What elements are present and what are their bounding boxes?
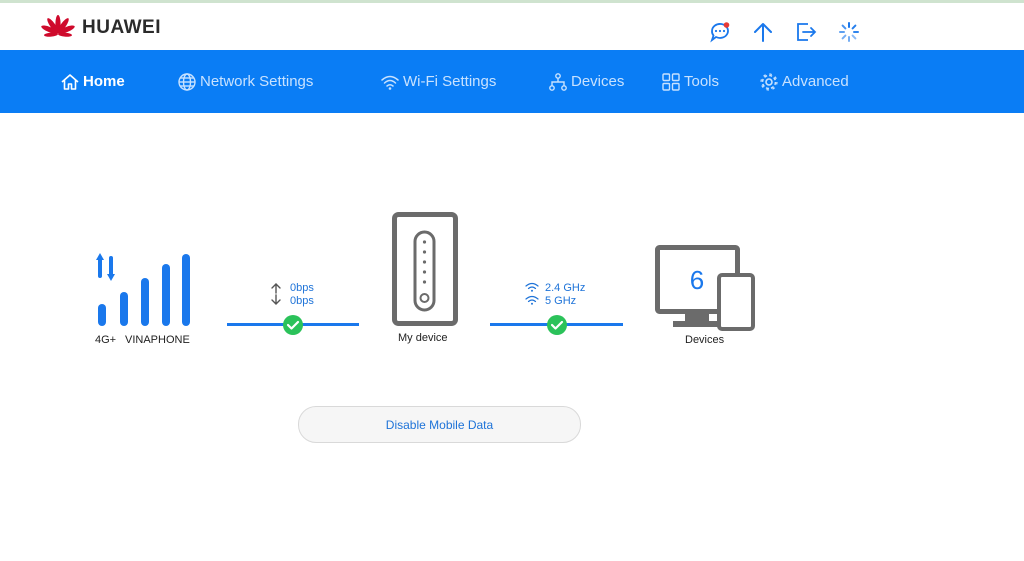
nav-label-home: Home [83, 73, 125, 90]
wifi-band-5ghz: 5 GHz [545, 295, 577, 307]
download-rate: 0bps [290, 295, 314, 307]
upload-download-arrows-icon [271, 283, 281, 305]
logout-icon[interactable] [795, 21, 817, 43]
connected-devices[interactable]: 6 [655, 245, 755, 331]
my-device-label: My device [398, 332, 448, 344]
message-icon[interactable] [709, 21, 731, 43]
brand-name: HUAWEI [82, 17, 161, 38]
brand-logo[interactable]: HUAWEI [40, 14, 161, 42]
router-device-icon [392, 212, 458, 326]
loading-spinner-icon[interactable] [838, 21, 860, 43]
globe-icon [178, 72, 196, 91]
nav-label-advanced: Advanced [782, 73, 849, 90]
signal-strength-icon [96, 253, 190, 326]
nav-label-wifi-settings: Wi-Fi Settings [403, 73, 497, 90]
nav-label-devices: Devices [571, 73, 625, 90]
wifi-band-24ghz: 2.4 GHz [545, 282, 586, 294]
nav-item-home[interactable]: Home [60, 50, 125, 113]
wifi-band-icon [525, 282, 539, 292]
wifi-icon [381, 75, 399, 90]
disable-mobile-data-button[interactable]: Disable Mobile Data [298, 406, 581, 443]
nav-item-devices[interactable]: Devices [548, 50, 624, 113]
devices-network-icon [549, 72, 567, 91]
nav-item-wifi-settings[interactable]: Wi-Fi Settings [380, 50, 496, 113]
check-icon [547, 315, 567, 335]
nav-label-tools: Tools [684, 73, 720, 90]
devices-count: 6 [689, 265, 705, 295]
update-arrow-icon[interactable] [752, 21, 774, 43]
check-icon [283, 315, 303, 335]
upload-rate: 0bps [290, 282, 314, 294]
gear-icon [760, 72, 778, 91]
home-icon [61, 73, 79, 90]
wifi-band-icon [525, 295, 539, 305]
nav-item-advanced[interactable]: Advanced [759, 50, 849, 113]
devices-label: Devices [685, 334, 725, 346]
operator-name: VINAPHONE [125, 334, 190, 346]
header: HUAWEI [0, 3, 1024, 50]
huawei-logo-icon [41, 15, 75, 37]
nav-item-network-settings[interactable]: Network Settings [177, 50, 313, 113]
main-nav: Home Network Settings Wi-Fi Settings Dev… [0, 50, 1024, 113]
network-type-label: 4G+ [95, 334, 117, 346]
nav-label-network-settings: Network Settings [200, 73, 314, 90]
tools-grid-icon [662, 72, 680, 91]
nav-item-tools[interactable]: Tools [661, 50, 719, 113]
